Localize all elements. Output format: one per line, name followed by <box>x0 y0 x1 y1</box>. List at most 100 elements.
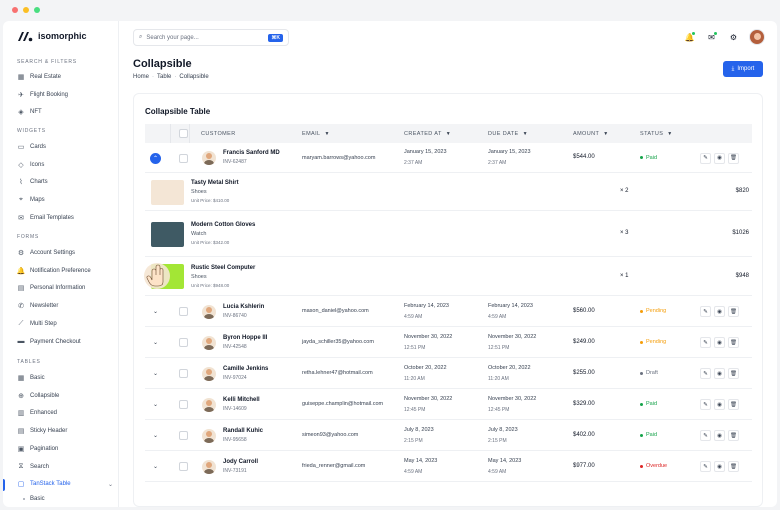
breadcrumb-home[interactable]: Home <box>133 74 149 80</box>
sidebar-item-sticky-header[interactable]: ▤ Sticky Header <box>17 425 113 437</box>
status-badge: Pending <box>640 308 666 314</box>
created-time: 12:45 PM <box>404 406 426 413</box>
sidebar-item-maps[interactable]: ⌖ Maps <box>17 194 113 206</box>
edit-pencil-icon[interactable]: ✎ <box>700 306 711 317</box>
sidebar-item-label: Charts <box>30 179 48 186</box>
view-eye-icon[interactable]: ◉ <box>714 152 725 164</box>
column-due-date[interactable]: DUE DATE ▼ <box>488 131 528 137</box>
sidebar-item-multi-step[interactable]: ⟋ Multi Step <box>17 318 113 330</box>
import-button[interactable]: ⤓ Import <box>723 61 763 77</box>
row-checkbox[interactable] <box>179 400 188 409</box>
table-row[interactable]: ⌄ Kelli Mitchell INV-14609 guiseppe.champli… <box>145 389 752 420</box>
delete-trash-icon[interactable]: 🗑 <box>728 337 739 348</box>
customer-name: Byron Hoppe III <box>223 334 268 341</box>
column-customer[interactable]: CUSTOMER <box>201 131 236 137</box>
table-row[interactable]: ⌄ Randall Kuhic INV-95658 simeon93@yahoo.co… <box>145 420 752 451</box>
close-window-dot[interactable] <box>12 7 18 13</box>
edit-pencil-icon[interactable]: ✎ <box>700 368 711 379</box>
product-name: Modern Cotton Gloves <box>191 222 256 228</box>
delete-trash-icon[interactable]: 🗑 <box>728 430 739 441</box>
search-bar[interactable]: ⌕ Search your page... ⌘K <box>133 29 289 46</box>
sidebar-item-collapsible[interactable]: ⊕ Collapsible <box>17 390 113 402</box>
delete-trash-icon[interactable]: 🗑 <box>728 399 739 410</box>
due-date: July 8, 2023 <box>488 426 518 433</box>
minimize-window-dot[interactable] <box>23 7 29 13</box>
status-dot-icon <box>640 156 643 159</box>
due-time: 11:20 AM <box>488 375 509 382</box>
row-checkbox[interactable] <box>179 338 188 347</box>
maximize-window-dot[interactable] <box>34 7 40 13</box>
row-checkbox[interactable] <box>179 153 188 163</box>
sidebar-subitem-basic[interactable]: Basic <box>23 496 45 502</box>
breadcrumb-table[interactable]: Table <box>157 74 171 80</box>
chevron-down-icon[interactable]: ⌄ <box>108 481 113 488</box>
delete-trash-icon[interactable]: 🗑 <box>728 368 739 379</box>
sidebar-item-notification-preference[interactable]: 🔔 Notification Preference <box>17 265 113 277</box>
sidebar-item-payment-checkout[interactable]: ▬ Payment Checkout <box>17 336 113 348</box>
sidebar-item-icons[interactable]: ◇ Icons <box>17 159 113 171</box>
collapse-row-button[interactable]: ⌃ <box>150 152 161 164</box>
user-avatar[interactable] <box>749 29 765 45</box>
app-logo[interactable]: isomorphic <box>17 30 87 42</box>
expand-row-button[interactable]: ⌄ <box>150 306 161 317</box>
due-time: 2:15 PM <box>488 437 507 444</box>
edit-pencil-icon[interactable]: ✎ <box>700 337 711 348</box>
notification-bell-icon[interactable]: 🔔 <box>683 31 696 44</box>
sidebar-item-basic[interactable]: ▦ Basic <box>17 372 113 384</box>
sidebar-item-charts[interactable]: ⌇ Charts <box>17 176 113 188</box>
row-checkbox[interactable] <box>179 307 188 316</box>
sidebar-item-nft[interactable]: ◈ NFT <box>17 106 113 118</box>
expand-row-button[interactable]: ⌄ <box>150 337 161 348</box>
expand-row-button[interactable]: ⌄ <box>150 430 161 441</box>
select-all-checkbox[interactable] <box>179 129 188 138</box>
sidebar-item-real-estate[interactable]: ▦ Real Estate <box>17 71 113 83</box>
row-checkbox[interactable] <box>179 431 188 440</box>
column-created-at[interactable]: CREATED AT ▼ <box>404 131 451 137</box>
expand-row-button[interactable]: ⌄ <box>150 368 161 379</box>
edit-pencil-icon[interactable]: ✎ <box>700 399 711 410</box>
view-eye-icon[interactable]: ◉ <box>714 306 725 317</box>
column-email[interactable]: EMAIL ▼ <box>302 131 330 137</box>
table-row[interactable]: ⌄ Lucia Kshlerin INV-86740 mason_daniel@yah… <box>145 296 752 327</box>
shapes-icon: ◇ <box>18 161 24 169</box>
status-label: Pending <box>646 308 667 314</box>
customer-avatar <box>202 304 216 319</box>
expand-row-button[interactable]: ⌄ <box>150 399 161 410</box>
sidebar-item-email-templates[interactable]: ✉ Email Templates <box>17 212 113 224</box>
sidebar-item-newsletter[interactable]: ✆ Newsletter <box>17 300 113 312</box>
view-eye-icon[interactable]: ◉ <box>714 461 725 472</box>
messages-icon[interactable]: ✉ <box>705 31 718 44</box>
row-checkbox[interactable] <box>179 369 188 378</box>
table-row[interactable]: ⌄ Jody Carroll INV-73191 frieda_renner@gmai… <box>145 451 752 482</box>
view-eye-icon[interactable]: ◉ <box>714 337 725 348</box>
edit-pencil-icon[interactable]: ✎ <box>700 461 711 472</box>
table-row[interactable]: ⌄ Byron Hoppe III INV-42548 jayda_schiller3… <box>145 327 752 358</box>
table-row[interactable]: ⌃ Francis Sanford MD INV-62487 maryam.barro… <box>145 143 752 173</box>
settings-gear-icon[interactable]: ⚙ <box>727 31 740 44</box>
sidebar-item-pagination[interactable]: ▣ Pagination <box>17 443 113 455</box>
delete-trash-icon[interactable]: 🗑 <box>728 461 739 472</box>
column-status[interactable]: STATUS ▼ <box>640 131 673 137</box>
sidebar-item-tanstack-table[interactable]: ▢ TanStack Table ⌄ <box>17 478 113 490</box>
column-amount[interactable]: AMOUNT ▼ <box>573 131 609 137</box>
sidebar-item-account-settings[interactable]: ⚙ Account Settings <box>17 247 113 259</box>
sidebar-item-search[interactable]: ⧖ Search <box>17 461 113 473</box>
due-date: May 14, 2023 <box>488 457 522 464</box>
breadcrumb-current: Collapsible <box>179 74 209 80</box>
sidebar-item-personal-information[interactable]: ▤ Personal Information <box>17 282 113 294</box>
edit-pencil-icon[interactable]: ✎ <box>700 430 711 441</box>
sidebar-item-enhanced[interactable]: ▥ Enhanced <box>17 407 113 419</box>
row-checkbox[interactable] <box>179 462 188 471</box>
view-eye-icon[interactable]: ◉ <box>714 368 725 379</box>
sidebar-item-cards[interactable]: ▭ Cards <box>17 141 113 153</box>
view-eye-icon[interactable]: ◉ <box>714 399 725 410</box>
delete-trash-icon[interactable]: 🗑 <box>728 306 739 317</box>
search-input[interactable]: Search your page... <box>146 35 198 41</box>
expand-row-button[interactable]: ⌄ <box>150 461 161 472</box>
sidebar-item-flight-booking[interactable]: ✈ Flight Booking <box>17 89 113 101</box>
edit-pencil-icon[interactable]: ✎ <box>700 152 711 164</box>
view-eye-icon[interactable]: ◉ <box>714 430 725 441</box>
table-row[interactable]: ⌄ Camille Jenkins INV-97024 retha.lehner47@… <box>145 358 752 389</box>
product-unit-price: Unit Price: $342.00 <box>191 240 230 245</box>
delete-trash-icon[interactable]: 🗑 <box>728 152 739 164</box>
